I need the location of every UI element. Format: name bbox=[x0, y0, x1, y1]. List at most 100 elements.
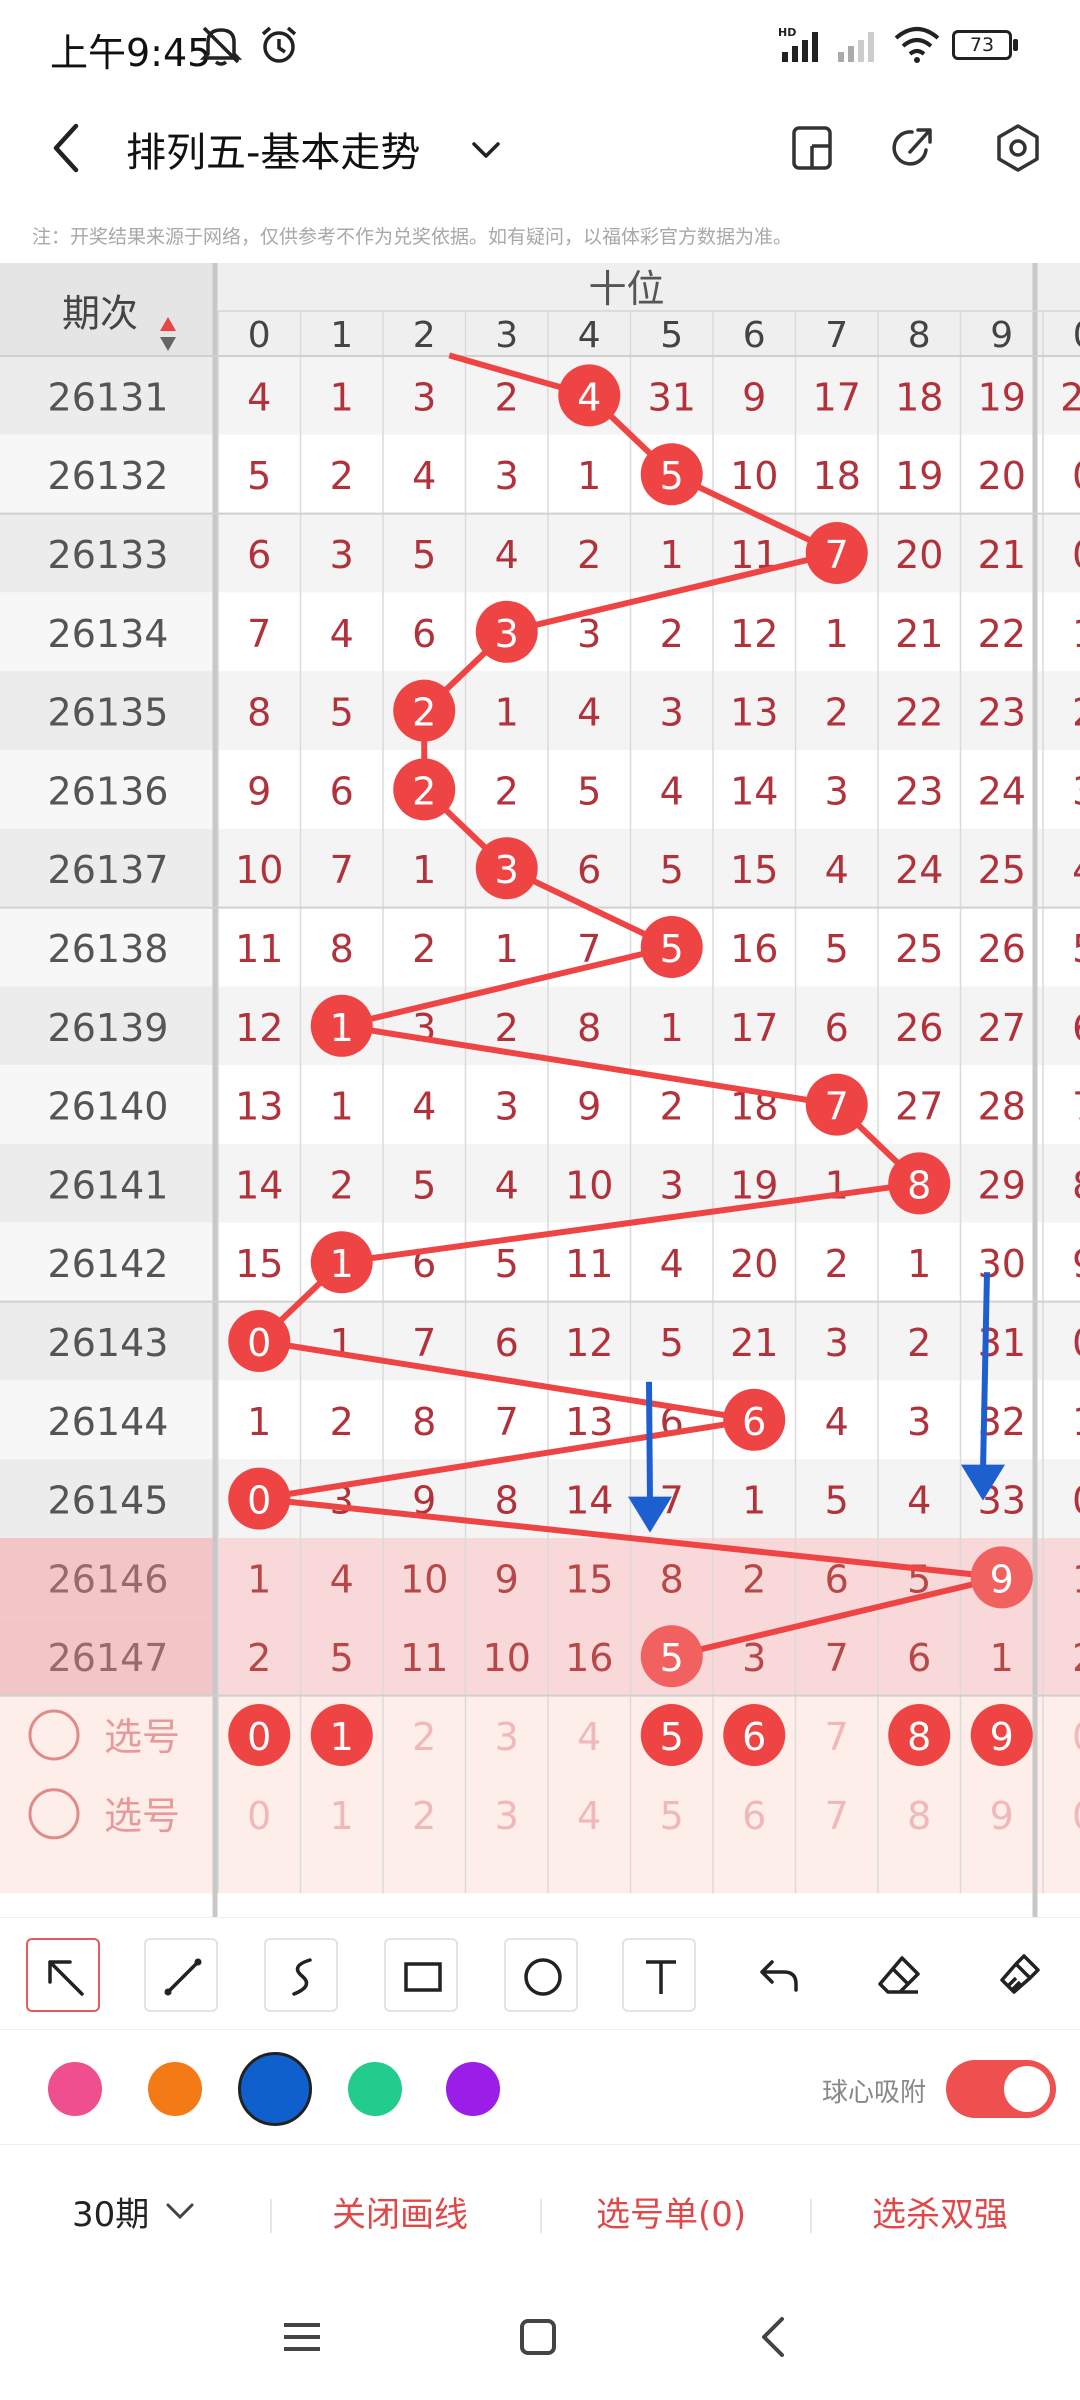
miss-value: 11 bbox=[400, 1636, 448, 1680]
issue-number: 26131 bbox=[48, 375, 169, 419]
alarm-icon bbox=[261, 26, 297, 63]
miss-value: 4 bbox=[247, 375, 271, 419]
miss-value: 20 bbox=[730, 1242, 778, 1286]
miss-value: 12 bbox=[565, 1321, 613, 1365]
status-bar: 上午9:45 HD 73 bbox=[0, 0, 1080, 90]
miss-value: 4 bbox=[577, 691, 601, 735]
miss-value: 7 bbox=[495, 1400, 519, 1444]
rectangle-tool-icon[interactable] bbox=[384, 1938, 458, 2012]
pick-list-button[interactable]: 选号单(0) bbox=[596, 2187, 746, 2236]
back-icon[interactable] bbox=[38, 118, 98, 178]
digit-header-8: 8 bbox=[908, 315, 931, 356]
clear-icon[interactable] bbox=[982, 1938, 1056, 2012]
miss-value: 4 bbox=[825, 1400, 849, 1444]
miss-value: 14 bbox=[565, 1479, 613, 1523]
miss-value: 8 bbox=[247, 691, 271, 735]
miss-value: 13 bbox=[235, 1085, 283, 1129]
undo-icon[interactable] bbox=[742, 1938, 816, 2012]
miss-value: 2 bbox=[330, 1400, 354, 1444]
miss-value: 10 bbox=[235, 848, 283, 892]
color-swatch-pink[interactable] bbox=[48, 2062, 102, 2116]
miss-value: 3 bbox=[577, 612, 601, 656]
kill-strong-button[interactable]: 选杀双强 bbox=[872, 2187, 1008, 2236]
miss-value: 6 bbox=[577, 848, 601, 892]
miss-value: 5 bbox=[330, 691, 354, 735]
miss-value: 1 bbox=[990, 1636, 1014, 1680]
miss-value: 10 bbox=[565, 1163, 613, 1207]
issue-number: 26134 bbox=[48, 612, 169, 656]
pick-number: 8 bbox=[907, 1794, 931, 1838]
color-swatch-blue[interactable] bbox=[238, 2052, 312, 2126]
digit-header-10: 0 bbox=[1073, 315, 1080, 356]
back-nav-icon[interactable] bbox=[752, 2315, 796, 2359]
issue-number: 26139 bbox=[48, 1006, 169, 1050]
hit-number: 3 bbox=[495, 848, 519, 892]
periods-selector[interactable]: 30期 bbox=[72, 2187, 149, 2236]
miss-value: 0 bbox=[1072, 533, 1080, 577]
color-swatch-purple[interactable] bbox=[446, 2062, 500, 2116]
miss-value: 1 bbox=[825, 612, 849, 656]
miss-value: 19 bbox=[978, 375, 1026, 419]
miss-value: 10 bbox=[730, 454, 778, 498]
miss-value: 21 bbox=[730, 1321, 778, 1365]
miss-value: 2 bbox=[1072, 691, 1080, 735]
issue-number: 26143 bbox=[48, 1321, 169, 1365]
pick-number: 1 bbox=[330, 1715, 354, 1759]
close-lines-button[interactable]: 关闭画线 bbox=[332, 2187, 468, 2236]
line-tool-icon[interactable] bbox=[144, 1938, 218, 2012]
miss-value: 16 bbox=[730, 927, 778, 971]
share-icon[interactable] bbox=[884, 120, 940, 176]
miss-value: 1 bbox=[247, 1557, 271, 1601]
miss-value: 9 bbox=[247, 769, 271, 813]
miss-value: 20 bbox=[895, 533, 943, 577]
hit-number: 5 bbox=[660, 927, 684, 971]
trend-table: 期次十位012345678902613141323191718192026132… bbox=[0, 263, 1080, 1917]
miss-value: 6 bbox=[907, 1636, 931, 1680]
miss-value: 13 bbox=[565, 1400, 613, 1444]
miss-value: 31 bbox=[648, 375, 696, 419]
hit-number: 2 bbox=[412, 691, 436, 735]
pick-number: 3 bbox=[495, 1794, 519, 1838]
miss-value: 10 bbox=[400, 1557, 448, 1601]
miss-value: 13 bbox=[730, 691, 778, 735]
arrow-tool-icon[interactable] bbox=[26, 1938, 100, 2012]
color-swatch-orange[interactable] bbox=[148, 2062, 202, 2116]
chevron-down-icon[interactable] bbox=[466, 130, 506, 170]
miss-value: 24 bbox=[978, 769, 1026, 813]
text-tool-icon[interactable] bbox=[622, 1938, 696, 2012]
signal-icon bbox=[838, 32, 874, 62]
miss-value: 9 bbox=[577, 1085, 601, 1129]
eraser-icon[interactable] bbox=[862, 1938, 936, 2012]
color-swatch-green[interactable] bbox=[348, 2062, 402, 2116]
page-title[interactable]: 排列五-基本走势 bbox=[126, 120, 420, 178]
miss-value: 2 bbox=[825, 691, 849, 735]
miss-value: 3 bbox=[825, 769, 849, 813]
issue-number: 26147 bbox=[48, 1636, 169, 1680]
miss-value: 3 bbox=[660, 691, 684, 735]
miss-value: 5 bbox=[825, 927, 849, 971]
mute-icon bbox=[199, 26, 243, 66]
settings-icon[interactable] bbox=[990, 120, 1046, 176]
miss-value: 0 bbox=[1072, 1321, 1080, 1365]
miss-value: 1 bbox=[577, 454, 601, 498]
chevron-down-icon[interactable] bbox=[164, 2195, 196, 2227]
issue-number: 26141 bbox=[48, 1163, 169, 1207]
hit-number: 6 bbox=[742, 1400, 766, 1444]
layout-icon[interactable] bbox=[784, 120, 840, 176]
home-icon[interactable] bbox=[516, 2315, 560, 2359]
issue-number: 26136 bbox=[48, 769, 169, 813]
issue-number: 26133 bbox=[48, 533, 169, 577]
curve-tool-icon[interactable] bbox=[264, 1938, 338, 2012]
miss-value: 9 bbox=[742, 375, 766, 419]
miss-value: 3 bbox=[412, 375, 436, 419]
issue-number: 26146 bbox=[48, 1557, 169, 1601]
miss-value: 4 bbox=[495, 1163, 519, 1207]
snap-toggle[interactable] bbox=[946, 2060, 1056, 2118]
miss-value: 25 bbox=[978, 848, 1026, 892]
miss-value: 3 bbox=[907, 1400, 931, 1444]
menu-icon[interactable] bbox=[280, 2315, 324, 2359]
miss-value: 1 bbox=[330, 1085, 354, 1129]
circle-tool-icon[interactable] bbox=[504, 1938, 578, 2012]
miss-value: 22 bbox=[978, 612, 1026, 656]
miss-value: 2 bbox=[907, 1321, 931, 1365]
